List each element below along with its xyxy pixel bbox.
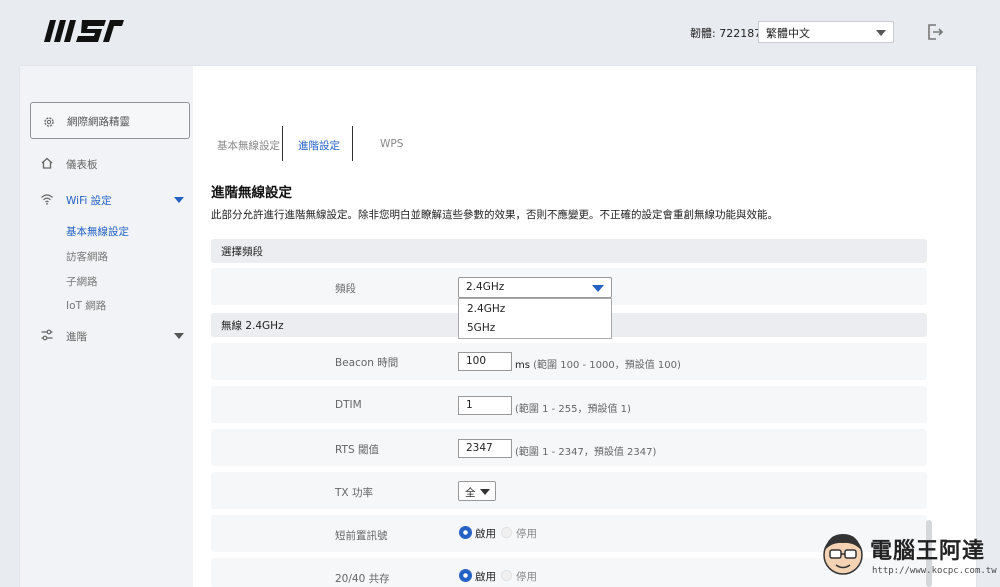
rts-hint: (範圍 1 - 2347，預設值 2347): [515, 447, 657, 458]
watermark-url: http://www.kocpc.com.tw: [872, 566, 997, 576]
sliders-icon: [41, 329, 53, 341]
rts-row: RTS 閾值 2347 (範圍 1 - 2347，預設值 2347): [211, 429, 927, 466]
sidebar-item-advanced[interactable]: 進階: [20, 324, 193, 348]
preamble-enable-radio[interactable]: [460, 527, 471, 538]
beacon-unit: ms: [515, 360, 530, 371]
coexist-enable-radio[interactable]: [460, 570, 471, 581]
msi-logo: [44, 20, 124, 42]
internet-wizard-label: 網際網路精靈: [67, 116, 130, 128]
coexist-enable-label: 啟用: [475, 571, 496, 583]
page-description: 此部分允許進行進階無線設定。除非您明白並瞭解這些參數的效果，否則不應變更。不正確…: [211, 209, 778, 221]
sidebar-subitem-subnet[interactable]: 子網路: [66, 274, 98, 289]
band-dropdown-menu: 2.4GHz 5GHz: [458, 298, 612, 339]
beacon-range: (範圍 100 - 1000，預設值 100): [533, 360, 681, 371]
beacon-hint: ms (範圍 100 - 1000，預設值 100): [515, 356, 681, 371]
dtim-row: DTIM 1 (範圍 1 - 255，預設值 1): [211, 386, 927, 423]
sidebar-item-label: 進階: [66, 331, 87, 343]
top-header: 韌體: 722187 繁體中文: [0, 0, 1000, 64]
mascot-face-icon: [823, 534, 863, 575]
sidebar: 網際網路精靈 儀表板 WiFi 設定 基本無線設定 訪客網路 子網路 IoT 網…: [20, 66, 193, 587]
chevron-down-icon: [876, 30, 886, 36]
band-option-5ghz[interactable]: 5GHz: [467, 322, 495, 334]
preamble-disable-label: 停用: [516, 528, 537, 540]
short-preamble-label: 短前置訊號: [335, 530, 388, 542]
coexist-disable-radio[interactable]: [501, 570, 512, 581]
dtim-input[interactable]: 1: [458, 396, 512, 415]
sidebar-item-label: 儀表板: [66, 159, 98, 171]
watermark-brand: 電腦王阿達: [870, 539, 986, 564]
preamble-enable-label: 啟用: [475, 528, 496, 540]
chevron-down-icon: [592, 285, 604, 292]
sidebar-item-wifi[interactable]: WiFi 設定: [20, 188, 193, 212]
band-select-value: 2.4GHz: [466, 281, 505, 293]
rts-label: RTS 閾值: [335, 444, 379, 456]
watermark: 電腦王阿達 http://www.kocpc.com.tw: [818, 528, 998, 586]
rts-input[interactable]: 2347: [458, 439, 512, 458]
gear-icon: [44, 117, 54, 127]
chevron-down-icon: [174, 197, 184, 203]
beacon-label: Beacon 時間: [335, 357, 399, 369]
firmware-version: 韌體: 722187: [690, 27, 762, 40]
tx-power-label: TX 功率: [335, 487, 373, 499]
logout-icon[interactable]: [926, 23, 944, 41]
band-label: 頻段: [335, 283, 356, 295]
tab-basic-wireless[interactable]: 基本無線設定: [217, 138, 280, 153]
beacon-input[interactable]: 100: [458, 352, 512, 371]
sidebar-item-dashboard[interactable]: 儀表板: [20, 152, 193, 176]
sidebar-subitem-basic-wireless[interactable]: 基本無線設定: [66, 224, 129, 239]
band-option-2-4ghz[interactable]: 2.4GHz: [467, 303, 505, 315]
sidebar-item-label: WiFi 設定: [66, 195, 112, 207]
dtim-hint: (範圍 1 - 255，預設值 1): [515, 404, 631, 415]
dtim-label: DTIM: [335, 399, 362, 411]
preamble-disable-radio[interactable]: [501, 527, 512, 538]
tab-advanced-settings[interactable]: 進階設定: [298, 138, 340, 153]
tx-power-value: 全: [465, 487, 476, 499]
wifi-icon: [41, 194, 53, 205]
tx-power-select[interactable]: 全: [458, 481, 496, 501]
language-value: 繁體中文: [766, 27, 810, 40]
page-title: 進階無線設定: [211, 185, 292, 201]
beacon-row: Beacon 時間 100 ms (範圍 100 - 1000，預設值 100): [211, 343, 927, 380]
tx-power-row: TX 功率 全: [211, 472, 927, 509]
sidebar-subitem-guest-network[interactable]: 訪客網路: [66, 249, 108, 264]
coexist-label: 20/40 共存: [335, 573, 390, 585]
chevron-down-icon: [174, 333, 184, 339]
chevron-down-icon: [480, 489, 490, 495]
language-select[interactable]: 繁體中文: [758, 21, 894, 43]
tab-wps[interactable]: WPS: [380, 138, 403, 150]
band-select[interactable]: 2.4GHz: [458, 277, 612, 298]
sidebar-subitem-iot-network[interactable]: IoT 網路: [66, 298, 106, 313]
coexist-disable-label: 停用: [516, 571, 537, 583]
internet-wizard-button[interactable]: 網際網路精靈: [30, 102, 190, 139]
home-icon: [41, 157, 53, 169]
section-header-band: 選擇頻段: [211, 239, 927, 263]
